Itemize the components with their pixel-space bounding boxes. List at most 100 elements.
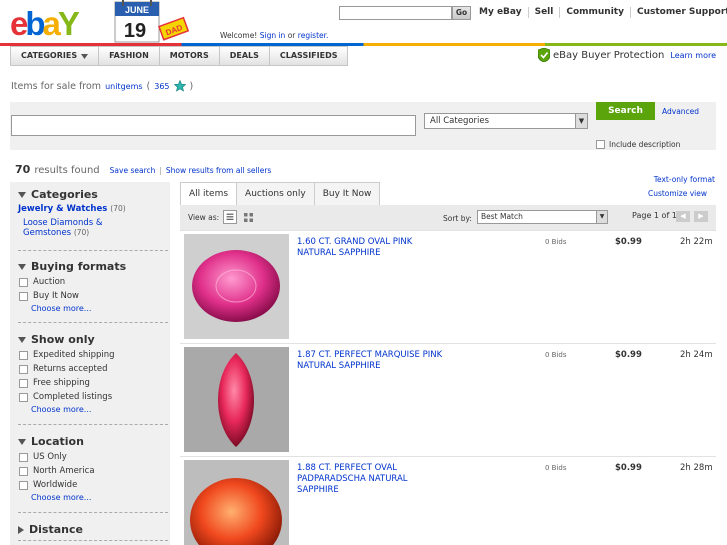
category-loose-diamonds-link[interactable]: Loose Diamonds & Gemstones (70): [10, 218, 120, 238]
choose-more-link[interactable]: Choose more...: [10, 304, 170, 313]
facet-distance: Distance: [10, 523, 170, 536]
feedback-score-link[interactable]: 365: [154, 82, 169, 91]
go-button[interactable]: Go: [452, 6, 471, 20]
result-row: 1.60 CT. GRAND OVAL PINK NATURAL SAPPHIR…: [180, 230, 716, 343]
tab-buy-it-now[interactable]: Buy It Now: [314, 182, 381, 205]
view-as-label: View as:: [188, 213, 220, 222]
ebay-logo[interactable]: ebaY: [10, 5, 96, 41]
view-toolbar: View as: Sort by: Best Match ▼ Page 1 of…: [180, 205, 716, 230]
results-summary: 70 results found Save search | Show resu…: [15, 163, 272, 176]
prev-page-icon[interactable]: ◀: [676, 211, 690, 222]
include-description-checkbox[interactable]: [596, 140, 605, 149]
facet-heading: Location: [31, 435, 84, 448]
facet-option-returns[interactable]: Returns accepted: [10, 364, 170, 374]
sort-select[interactable]: Best Match ▼: [477, 210, 608, 224]
result-row: 1.87 CT. PERFECT MARQUISE PINK NATURAL S…: [180, 343, 716, 456]
gallery-view-icon[interactable]: [244, 213, 253, 222]
customize-view-link[interactable]: Customize view: [648, 189, 707, 198]
text-only-link[interactable]: Text-only format: [654, 175, 715, 184]
facet-location: Location US Only North America Worldwide…: [10, 435, 170, 502]
item-price: $0.99: [615, 463, 642, 473]
community-link[interactable]: Community: [559, 7, 630, 18]
header-search-input[interactable]: [339, 6, 452, 20]
collapse-triangle-icon: [18, 336, 26, 343]
facet-show-only: Show only Expedited shipping Returns acc…: [10, 333, 170, 414]
facet-option-buy-it-now[interactable]: Buy It Now: [10, 291, 170, 301]
item-thumbnail[interactable]: [184, 347, 289, 452]
checkbox[interactable]: [19, 480, 28, 490]
item-title-link[interactable]: 1.88 CT. PERFECT OVAL PADPARADSCHA NATUR…: [297, 463, 447, 496]
facet-option-worldwide[interactable]: Worldwide: [10, 480, 170, 490]
tab-all-items[interactable]: All items: [180, 182, 238, 205]
divider: [18, 250, 168, 251]
facet-categories: Categories Jewelry & Watches (70) Loose …: [10, 188, 170, 238]
save-search-link[interactable]: Save search: [110, 166, 156, 175]
doodle-month: JUNE: [125, 5, 149, 15]
facet-heading: Buying formats: [31, 260, 127, 273]
top-nav: My eBay Sell Community Customer Support: [473, 7, 727, 18]
nav-tab-categories[interactable]: CATEGORIES: [10, 46, 100, 66]
register-link[interactable]: register.: [298, 31, 329, 40]
facet-heading: Categories: [31, 188, 98, 201]
facet-option-us-only[interactable]: US Only: [10, 452, 170, 462]
item-bids: 0 Bids: [545, 464, 567, 472]
search-input[interactable]: [11, 115, 416, 136]
category-navbar: CATEGORIES FASHION MOTORS DEALS CLASSIFI…: [10, 46, 349, 66]
item-thumbnail[interactable]: [184, 234, 289, 339]
ebay-logo-text: ebaY: [10, 5, 80, 41]
results-count: 70: [15, 163, 31, 176]
item-bids: 0 Bids: [545, 351, 567, 359]
checkbox[interactable]: [19, 350, 28, 360]
facet-option-auction[interactable]: Auction: [10, 277, 170, 287]
checkbox[interactable]: [19, 452, 28, 462]
tab-auctions-only[interactable]: Auctions only: [237, 182, 315, 205]
checkbox[interactable]: [19, 277, 28, 287]
facet-heading: Distance: [29, 523, 83, 536]
shield-icon: [538, 48, 550, 62]
search-button[interactable]: Search: [596, 102, 655, 120]
category-select[interactable]: All Categories ▼: [424, 113, 588, 129]
welcome-message: Welcome! Sign in or register.: [220, 31, 329, 40]
facet-option-completed[interactable]: Completed listings: [10, 392, 170, 402]
nav-tab-classifieds[interactable]: CLASSIFIEDS: [269, 46, 349, 66]
divider: [18, 322, 168, 323]
checkbox[interactable]: [19, 392, 28, 402]
collapse-triangle-icon: [18, 191, 26, 198]
customer-support-link[interactable]: Customer Support: [629, 7, 727, 18]
category-jewelry-link[interactable]: Jewelry & Watches (70): [10, 204, 170, 214]
checkbox[interactable]: [19, 466, 28, 476]
checkbox[interactable]: [19, 291, 28, 301]
fathers-day-calendar-doodle[interactable]: JUNE 19 DAD: [95, 0, 212, 44]
item-time-left: 2h 28m: [680, 463, 713, 473]
seller-line: Items for sale from unitgems ( 365 ): [11, 80, 194, 92]
my-ebay-link[interactable]: My eBay: [473, 7, 528, 18]
divider: [18, 512, 168, 513]
sell-link[interactable]: Sell: [527, 7, 560, 18]
learn-more-link[interactable]: Learn more: [670, 51, 716, 60]
facet-heading: Show only: [31, 333, 95, 346]
sign-in-link[interactable]: Sign in: [260, 31, 286, 40]
item-title-link[interactable]: 1.87 CT. PERFECT MARQUISE PINK NATURAL S…: [297, 350, 447, 372]
nav-tab-fashion[interactable]: FASHION: [99, 46, 160, 66]
checkbox[interactable]: [19, 364, 28, 374]
collapse-triangle-icon: [18, 263, 26, 270]
chevron-down-icon: ▼: [575, 114, 587, 128]
item-title-link[interactable]: 1.60 CT. GRAND OVAL PINK NATURAL SAPPHIR…: [297, 237, 447, 259]
choose-more-link[interactable]: Choose more...: [10, 405, 170, 414]
sort-by-label: Sort by:: [443, 214, 472, 223]
item-thumbnail[interactable]: [184, 460, 289, 545]
checkbox[interactable]: [19, 378, 28, 388]
choose-more-link[interactable]: Choose more...: [10, 493, 170, 502]
nav-tab-motors[interactable]: MOTORS: [159, 46, 220, 66]
refine-sidebar: Categories Jewelry & Watches (70) Loose …: [10, 182, 170, 545]
list-view-icon[interactable]: [223, 210, 237, 224]
result-row: 1.88 CT. PERFECT OVAL PADPARADSCHA NATUR…: [180, 456, 716, 545]
seller-name-link[interactable]: unitgems: [105, 82, 142, 91]
facet-option-north-america[interactable]: North America: [10, 466, 170, 476]
advanced-search-link[interactable]: Advanced: [662, 107, 699, 116]
next-page-icon[interactable]: ▶: [694, 211, 708, 222]
all-sellers-link[interactable]: Show results from all sellers: [166, 166, 271, 175]
facet-option-expedited[interactable]: Expedited shipping: [10, 350, 170, 360]
nav-tab-deals[interactable]: DEALS: [219, 46, 270, 66]
facet-option-free-shipping[interactable]: Free shipping: [10, 378, 170, 388]
